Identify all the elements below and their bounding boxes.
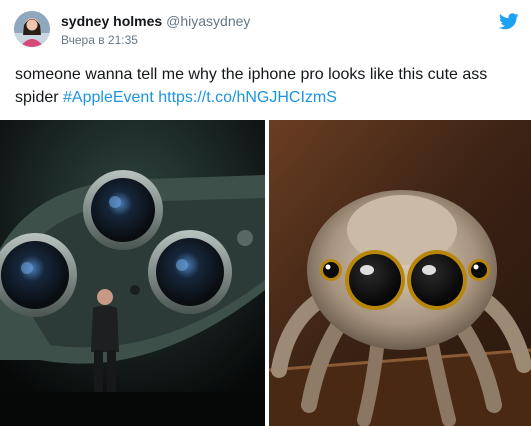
tweet-header: sydney holmes @hiyasydney Вчера в 21:35 (0, 0, 531, 56)
hashtag-link[interactable]: #AppleEvent (63, 89, 154, 106)
avatar[interactable] (14, 11, 50, 47)
author-row: sydney holmes @hiyasydney (61, 13, 250, 29)
tweet-text: someone wanna tell me why the iphone pro… (15, 63, 515, 109)
timestamp[interactable]: Вчера в 21:35 (61, 33, 138, 47)
tweet-media[interactable] (0, 120, 531, 426)
iphone-presentation-image[interactable] (0, 120, 265, 426)
user-handle[interactable]: @hiyasydney (166, 13, 250, 29)
spider-image[interactable] (269, 120, 531, 426)
url-link[interactable]: https://t.co/hNGJHCIzmS (158, 89, 337, 106)
twitter-bird-icon[interactable] (499, 13, 519, 30)
display-name[interactable]: sydney holmes (61, 13, 162, 29)
